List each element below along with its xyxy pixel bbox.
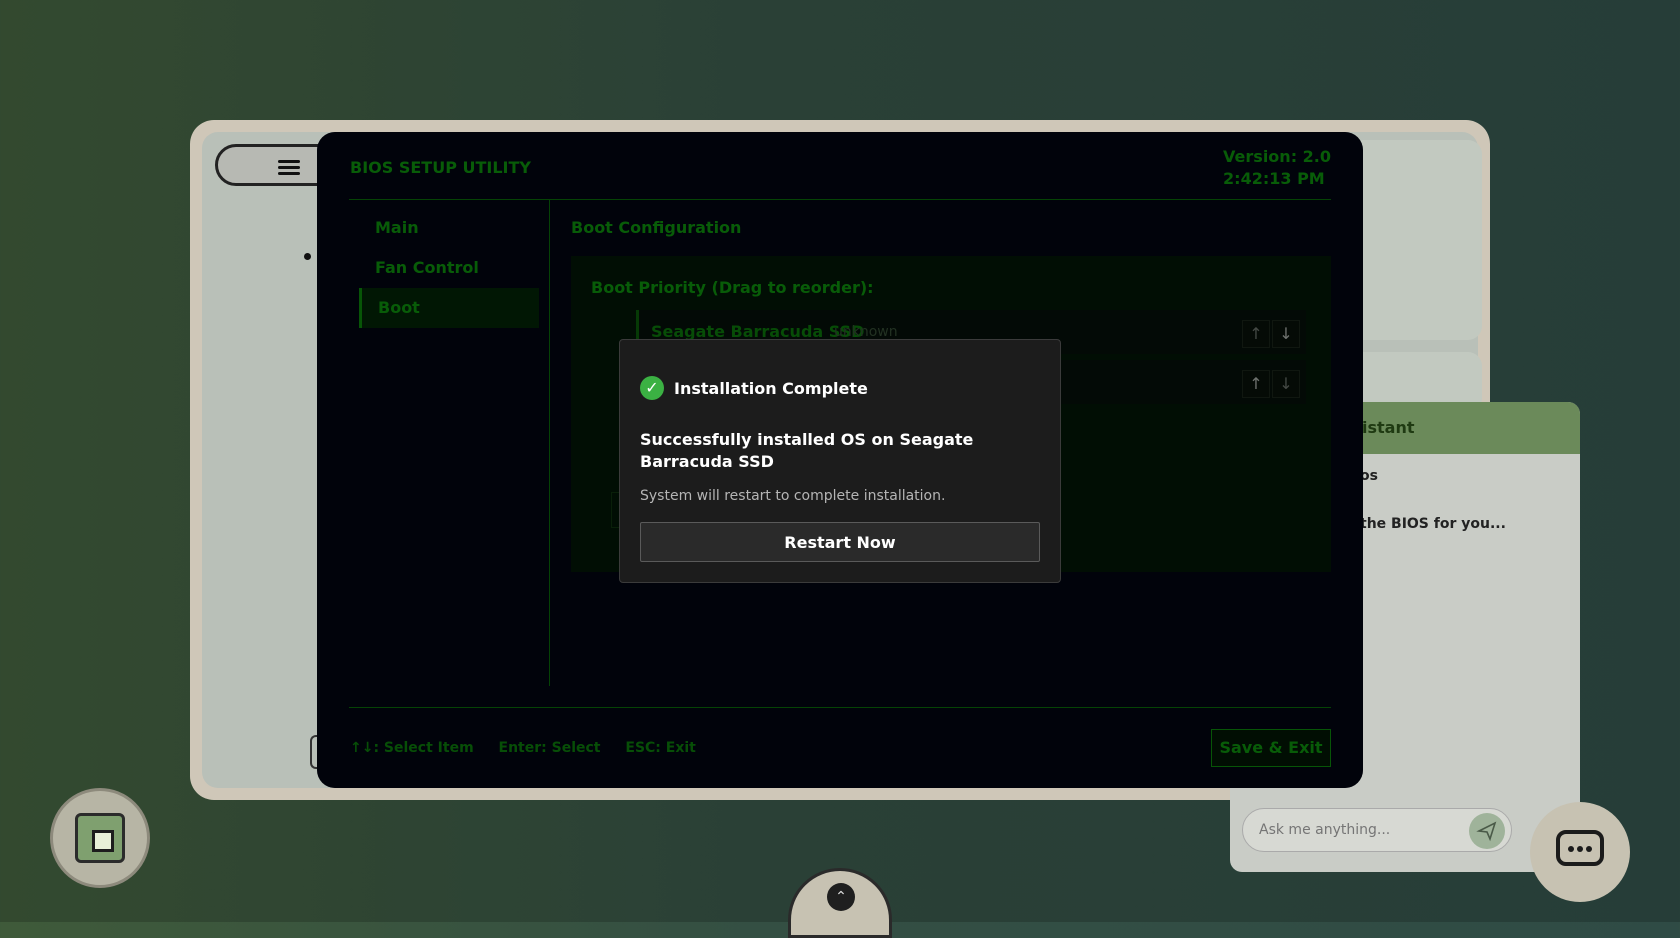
restart-now-button[interactable]: Restart Now — [640, 522, 1040, 562]
chat-bubble-icon — [1556, 830, 1604, 866]
send-button[interactable] — [1469, 813, 1505, 849]
check-circle-icon: ✓ — [640, 376, 664, 400]
dialog-message: Successfully installed OS on Seagate Bar… — [640, 430, 974, 471]
app-logo[interactable] — [50, 788, 150, 888]
assistant-title: istant — [1362, 418, 1415, 437]
chat-input[interactable] — [1257, 809, 1461, 851]
chevron-up-icon: ⌃ — [827, 883, 855, 911]
chip-icon — [75, 813, 125, 863]
dialog-title: Installation Complete — [674, 378, 868, 398]
chat-toggle-button[interactable] — [1530, 802, 1630, 902]
chat-input-container — [1242, 808, 1512, 852]
send-icon — [1476, 821, 1497, 842]
dialog-header: ✓ Installation Complete — [640, 376, 868, 400]
dialog-subtext: System will restart to complete installa… — [640, 488, 946, 504]
installation-complete-dialog: ✓ Installation Complete Successfully ins… — [619, 339, 1061, 583]
chat-message: the BIOS for you... — [1360, 516, 1506, 532]
cursor-dot — [304, 253, 311, 260]
hamburger-icon — [278, 157, 300, 178]
